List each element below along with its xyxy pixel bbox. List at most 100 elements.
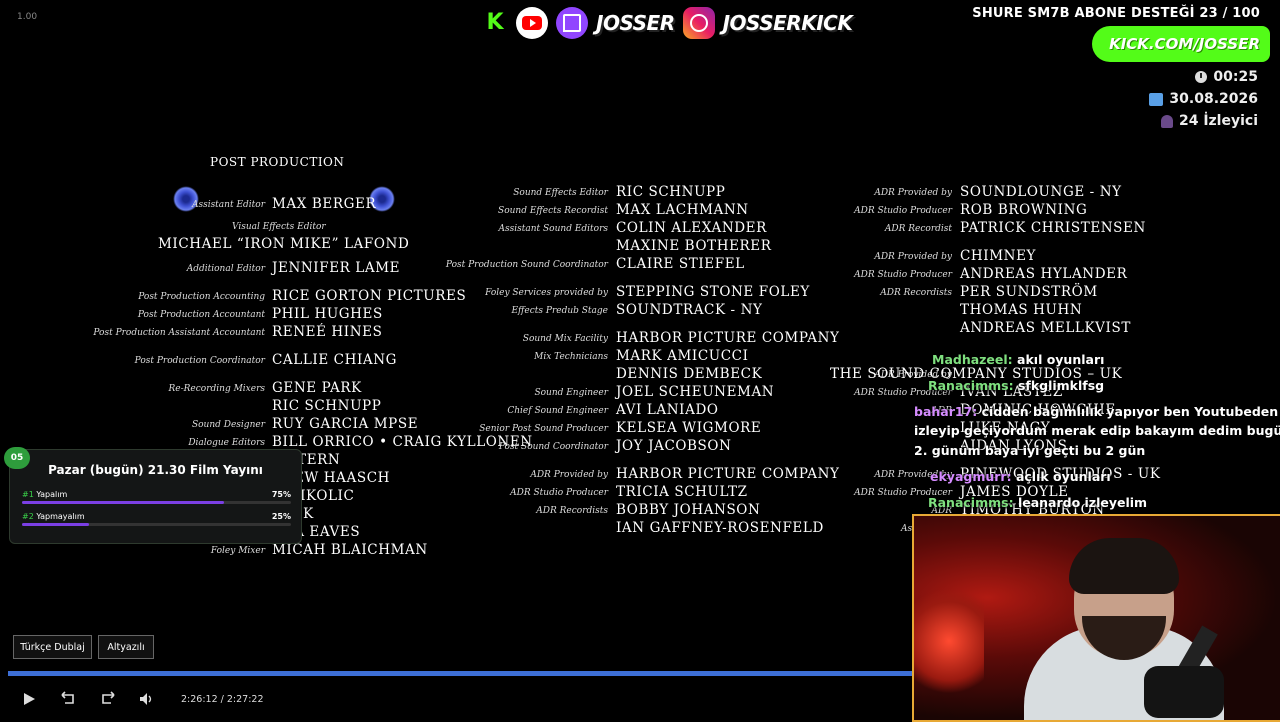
- clock-row: 00:25: [1195, 69, 1258, 85]
- credit-name: MARK AMICUCCI: [616, 348, 749, 364]
- play-icon: [24, 693, 35, 705]
- poll-badge: 05: [4, 447, 30, 469]
- credit-name: MICAH BLAICHMAN: [272, 542, 428, 558]
- credit-name: THOMAS HUHN: [960, 302, 1083, 318]
- chat-message: Madhazeel: akıl oyunları: [932, 352, 1105, 367]
- credit-name: ANDREAS HYLANDER: [960, 266, 1128, 282]
- instagram-icon: [682, 7, 715, 39]
- kick-icon: K: [486, 10, 504, 35]
- credit-role: Senior Post Sound Producer: [479, 424, 608, 434]
- credit-name: DENNIS DEMBECK: [616, 366, 763, 382]
- time-display: 2:26:12 / 2:27:22: [181, 694, 264, 705]
- credit-role: Mix Technicians: [534, 352, 608, 362]
- credit-name: SOUNDLOUNGE - NY: [960, 184, 1122, 200]
- credit-name: JOEL SCHEUNEMAN: [616, 384, 775, 400]
- credit-role: Post Production Coordinator: [134, 356, 265, 366]
- credit-role: Sound Engineer: [534, 388, 608, 398]
- user-icon: [1160, 114, 1173, 128]
- credit-name: RUY GARCIA MPSE: [272, 416, 419, 432]
- credit-name: JOY JACOBSON: [616, 438, 732, 454]
- date-text: 30.08.2026: [1169, 91, 1258, 107]
- credit-name: PER SUNDSTRÖM: [960, 284, 1098, 300]
- credit-role: Post Production Assistant Accountant: [93, 328, 265, 338]
- credit-role: Sound Designer: [191, 420, 265, 430]
- credit-name: AVI LANIADO: [616, 402, 719, 418]
- webcam-feed: [912, 514, 1280, 722]
- poll-title: Pazar (bugün) 21.30 Film Yayını: [48, 463, 263, 477]
- credit-name: RIC SCHNUPP: [616, 184, 726, 200]
- forward-button[interactable]: [98, 689, 118, 709]
- poll-bar-fill: [22, 523, 90, 526]
- credit-name: HARBOR PICTURE COMPANY: [616, 466, 840, 482]
- credit-role: ADR Provided by: [874, 188, 952, 198]
- seek-bar[interactable]: [8, 671, 913, 676]
- poll-bar-fill: [22, 501, 224, 504]
- credit-name: BILL ORRICO • CRAIG KYLLONEN: [272, 434, 533, 450]
- volume-button[interactable]: [137, 689, 157, 709]
- credit-name: MAX BERGER: [272, 196, 377, 212]
- date-row: 30.08.2026: [1149, 91, 1258, 107]
- current-time: 2:26:12: [181, 694, 218, 705]
- credit-role: ADR Studio Producer: [854, 206, 952, 216]
- credit-name: RIC SCHNUPP: [272, 398, 382, 414]
- clock-time: 00:25: [1213, 69, 1258, 85]
- calendar-icon: [1149, 92, 1164, 106]
- credit-name: JENNIFER LAME: [272, 260, 401, 276]
- play-button[interactable]: [20, 689, 38, 709]
- credit-role: Post Sound Coordinator: [498, 442, 608, 452]
- volume-icon: [140, 693, 152, 705]
- credit-role: Sound Effects Recordist: [498, 206, 608, 216]
- twitch-handle: JOSSER: [596, 11, 675, 35]
- chat-message: Ranacimms: sfkglimklfsg: [928, 378, 1105, 393]
- kick-url-badge: KICK.COM/JOSSER: [1092, 26, 1270, 62]
- rewind-button[interactable]: [58, 689, 78, 709]
- credit-name: BOBBY JOHANSON: [616, 502, 761, 518]
- credit-role: Re-Recording Mixers: [168, 384, 265, 394]
- chat-message: Ranacimms: leanardo izleyelim: [928, 495, 1148, 510]
- credit-role: Additional Editor: [186, 264, 265, 274]
- credit-role: ADR Studio Producer: [854, 270, 952, 280]
- credit-role: Chief Sound Engineer: [507, 406, 608, 416]
- credit-name: PATRICK CHRISTENSEN: [960, 220, 1146, 236]
- credit-role: Sound Effects Editor: [513, 188, 608, 198]
- chat-message-cont: 2. günüm baya iyi geçti bu 2 gün: [914, 443, 1146, 458]
- credit-role: Sound Mix Facility: [522, 334, 608, 344]
- microphone: [1144, 666, 1224, 718]
- social-banner: K JOSSER JOSSERKICK: [482, 6, 853, 40]
- poll-widget: Pazar (bugün) 21.30 Film Yayını #1 Yapal…: [9, 449, 302, 544]
- credit-name: MAXINE BOTHERER: [616, 238, 772, 254]
- credit-name: ANDREAS MELLKVIST: [960, 320, 1131, 336]
- credit-name: HARBOR PICTURE COMPANY: [616, 330, 840, 346]
- credit-name: STEPPING STONE FOLEY: [616, 284, 810, 300]
- forward-10-icon: [102, 691, 115, 704]
- sub-goal: SHURE SM7B ABONE DESTEĞİ 23 / 100: [972, 6, 1260, 21]
- section-title: POST PRODUCTION: [210, 155, 345, 169]
- credit-role: Post Production Accountant: [137, 310, 265, 320]
- credit-name: MICHAEL “IRON MIKE” LAFOND: [158, 236, 410, 252]
- credit-role: ADR Provided by: [874, 252, 952, 262]
- credit-name: CHIMNEY: [960, 248, 1037, 264]
- youtube-icon: [516, 7, 548, 39]
- credit-name: COLIN ALEXANDER: [616, 220, 767, 236]
- clock-icon: [1195, 71, 1208, 83]
- credit-role: Visual Effects Editor: [232, 222, 326, 232]
- chat-message-cont: izleyip geçiyordum merak edip bakayım de…: [914, 423, 1280, 438]
- credit-name: MAX LACHMANN: [616, 202, 749, 218]
- kick-url: KICK.COM/JOSSER: [1109, 35, 1260, 53]
- credit-role: Effects Predub Stage: [511, 306, 608, 316]
- credit-name: IAN GAFFNEY-ROSENFELD: [616, 520, 824, 536]
- credit-name: CLAIRE STIEFEL: [616, 256, 745, 272]
- chat-message: bahar17: cidden bağımlılık yapıyor ben Y…: [914, 404, 1279, 419]
- credit-role: Dialogue Editors: [188, 438, 265, 448]
- subtitles-button[interactable]: Altyazılı: [98, 635, 154, 659]
- credit-name: RICE GORTON PICTURES: [272, 288, 467, 304]
- credit-name: PHIL HUGHES: [272, 306, 383, 322]
- credit-role: Post Production Accounting: [138, 292, 265, 302]
- twitch-icon: [556, 7, 588, 39]
- chat-message: ekyagmurr: açlık oyunları: [930, 469, 1111, 484]
- credit-role: ADR Provided by: [530, 470, 608, 480]
- turkish-dub-button[interactable]: Türkçe Dublaj: [13, 635, 92, 659]
- credit-role: ADR Studio Producer: [510, 488, 608, 498]
- credit-role: Post Production Sound Coordinator: [445, 260, 608, 270]
- credit-name: ROB BROWNING: [960, 202, 1088, 218]
